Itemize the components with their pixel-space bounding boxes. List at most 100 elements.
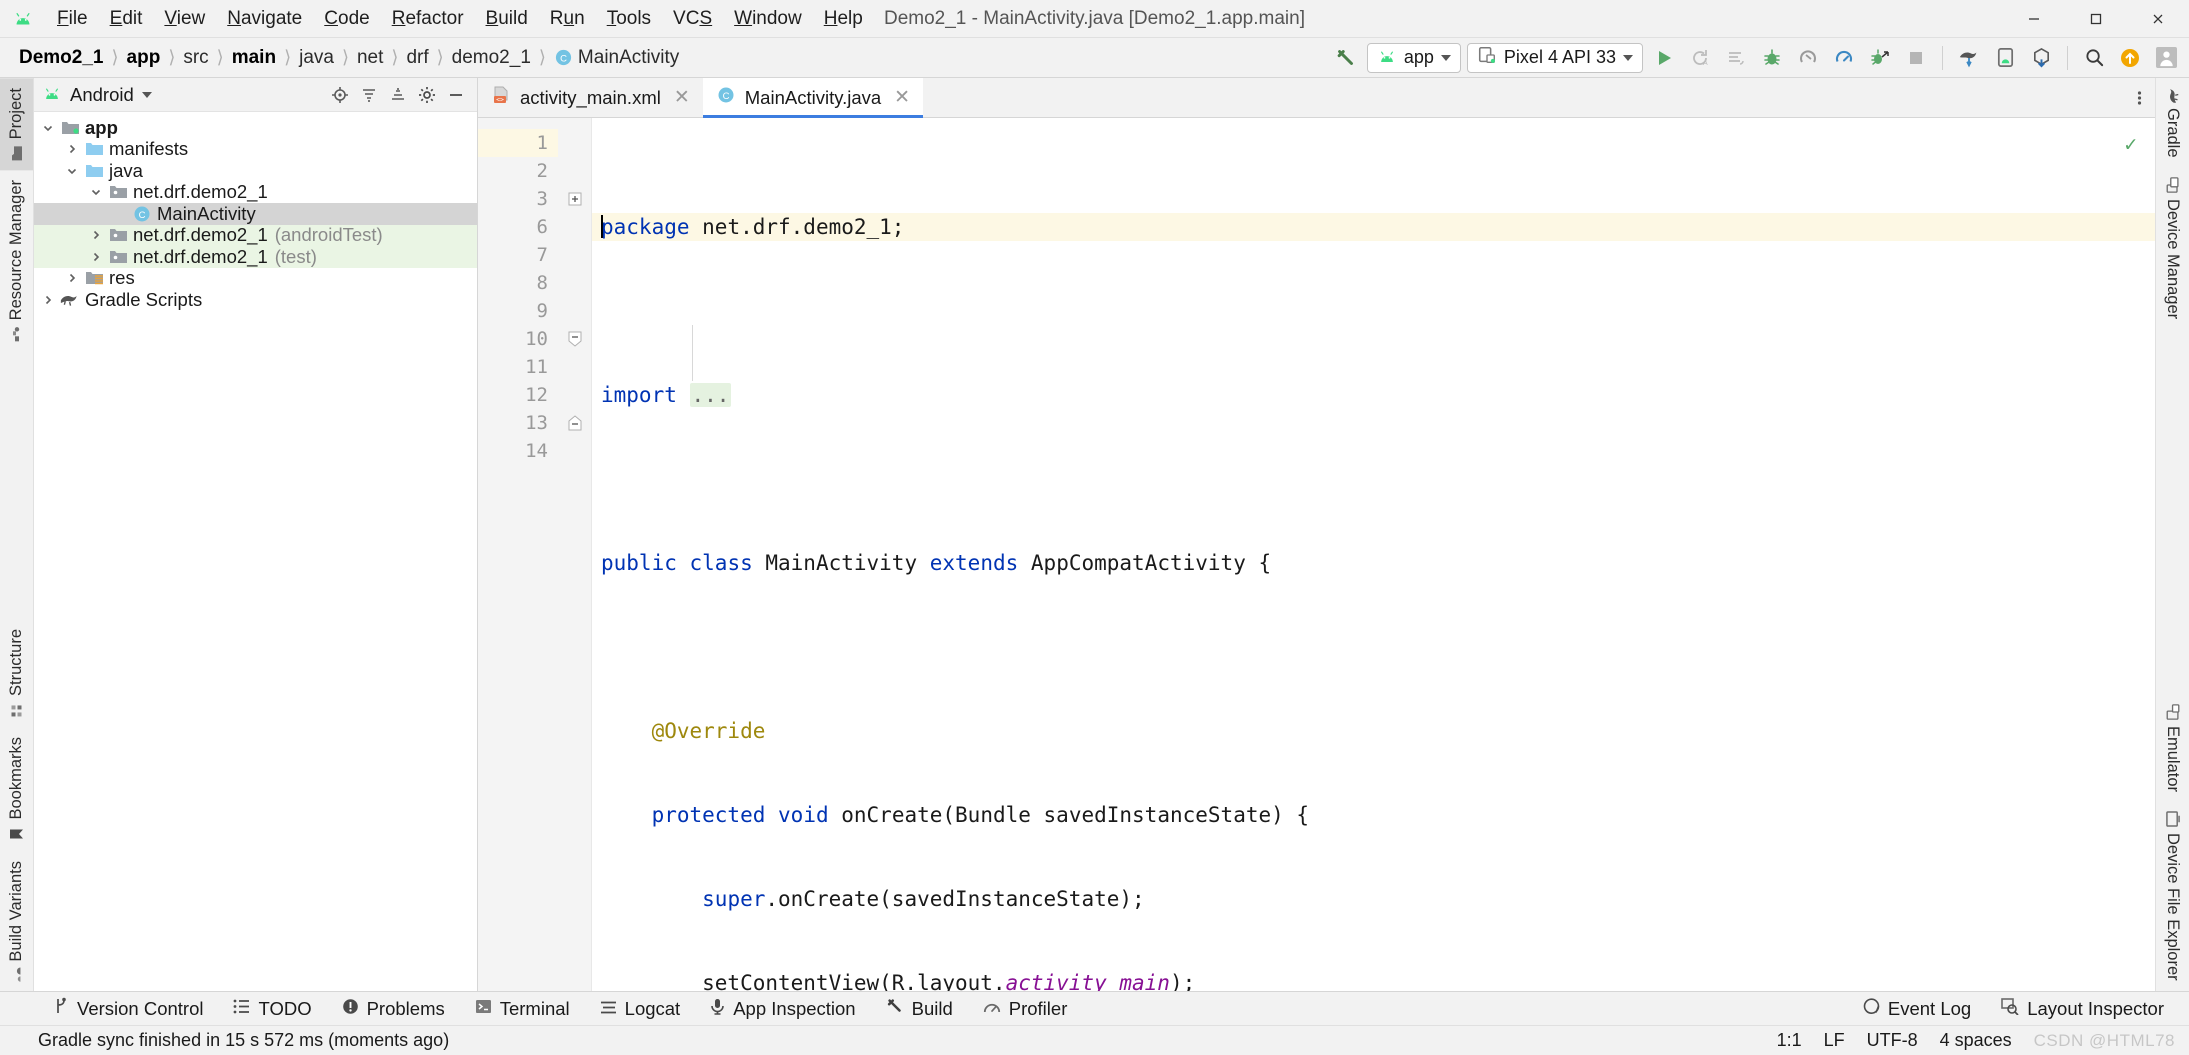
run-configuration-selector[interactable]: app [1366, 42, 1461, 73]
project-view-selector-label[interactable]: Android [70, 84, 134, 106]
menu-view[interactable]: View [153, 5, 216, 33]
chevron-down-icon[interactable] [38, 121, 58, 135]
menu-build[interactable]: Build [475, 5, 539, 33]
stop-square-icon[interactable] [1901, 43, 1931, 73]
menu-vcs[interactable]: VCS [662, 5, 723, 33]
sidebar-item-emulator[interactable]: Emulator [2156, 695, 2189, 802]
menu-window[interactable]: Window [723, 5, 813, 33]
code-line-10[interactable]: protected void onCreate(Bundle savedInst… [592, 801, 2155, 829]
close-icon[interactable] [2127, 0, 2189, 38]
toolwindow-profiler[interactable]: Profiler [968, 994, 1083, 1024]
tree-node-manifests[interactable]: manifests [34, 138, 477, 161]
tree-node-package-test[interactable]: net.drf.demo2_1 (test) [34, 246, 477, 268]
sdk-manager-icon[interactable] [2026, 43, 2056, 73]
minus-icon[interactable] [442, 81, 469, 108]
chevron-right-icon[interactable] [62, 271, 82, 285]
breadcrumb-item-4[interactable]: java [294, 45, 339, 71]
code-line-11[interactable]: super.onCreate(savedInstanceState); [592, 885, 2155, 913]
apply-changes-button[interactable]: A [1685, 43, 1715, 73]
fold-collapse-end-icon[interactable] [558, 409, 591, 437]
toolwindow-todo[interactable]: TODO [218, 994, 326, 1024]
chevron-right-icon[interactable] [38, 293, 58, 307]
chevron-right-icon[interactable] [62, 142, 82, 156]
debug-bug-icon[interactable] [1757, 43, 1787, 73]
run-with-coverage-button[interactable] [1793, 43, 1823, 73]
code-line-7[interactable]: public class MainActivity extends AppCom… [592, 549, 2155, 577]
code-line-3[interactable]: import ... [592, 381, 2155, 409]
chevron-right-icon[interactable] [86, 228, 106, 242]
toolwindow-event-log[interactable]: Event Log [1848, 994, 1986, 1024]
minimize-icon[interactable] [2003, 0, 2065, 38]
update-arrow-icon[interactable] [2115, 43, 2145, 73]
attach-debugger-icon[interactable] [1865, 43, 1895, 73]
run-button[interactable] [1649, 43, 1679, 73]
code-line-9[interactable]: @Override [592, 717, 2155, 745]
breadcrumb-item-3[interactable]: main [227, 45, 281, 71]
code-editor[interactable]: 1 2 3 6 7 <> 8 9 10 [478, 118, 2155, 991]
sidebar-item-resource-manager[interactable]: Resource Manager [0, 170, 33, 351]
sidebar-item-project[interactable]: Project [0, 78, 33, 171]
breadcrumb-item-1[interactable]: app [122, 45, 166, 71]
menu-run[interactable]: Run [539, 5, 596, 33]
menu-tools[interactable]: Tools [596, 5, 662, 33]
folded-imports[interactable]: ... [689, 383, 732, 407]
search-icon[interactable] [2079, 43, 2109, 73]
gradle-sync-icon[interactable] [1954, 43, 1984, 73]
tree-node-app[interactable]: app [34, 117, 477, 139]
file-encoding[interactable]: UTF-8 [1867, 1030, 1918, 1051]
menu-refactor[interactable]: Refactor [381, 5, 475, 33]
menu-code[interactable]: Code [313, 5, 380, 33]
code-line-2[interactable] [592, 297, 2155, 325]
menu-edit[interactable]: Edit [99, 5, 154, 33]
chevron-down-icon[interactable] [86, 185, 106, 199]
sidebar-item-device-file-explorer[interactable]: Device File Explorer [2156, 802, 2189, 991]
toolwindow-terminal[interactable]: Terminal [460, 994, 585, 1024]
close-icon[interactable]: ✕ [674, 88, 690, 107]
tree-node-res[interactable]: res [34, 267, 477, 290]
breadcrumb-item-2[interactable]: src [178, 45, 213, 71]
chevron-down-icon[interactable] [62, 164, 82, 178]
toolwindow-version-control[interactable]: Version Control [38, 993, 218, 1024]
code-line-1[interactable]: package net.drf.demo2_1; [592, 213, 2155, 241]
sidebar-item-bookmarks[interactable]: Bookmarks [0, 727, 33, 852]
toolwindow-app-inspection[interactable]: App Inspection [695, 994, 870, 1024]
target-crosshair-icon[interactable] [326, 81, 353, 108]
fold-expand-plus-icon[interactable] [558, 185, 591, 213]
tree-node-java[interactable]: java [34, 160, 477, 182]
tab-activity-main-xml[interactable]: <> activity_main.xml ✕ [478, 78, 703, 117]
breadcrumb-item-5[interactable]: net [352, 45, 388, 71]
toolwindow-layout-inspector[interactable]: Layout Inspector [1986, 994, 2179, 1024]
collapse-all-icon[interactable] [384, 81, 411, 108]
maximize-icon[interactable] [2065, 0, 2127, 38]
menu-help[interactable]: Help [813, 5, 874, 33]
indent-setting[interactable]: 4 spaces [1940, 1030, 2012, 1051]
gear-icon[interactable] [413, 81, 440, 108]
code-line-12[interactable]: setContentView(R.layout.activity_main); [592, 969, 2155, 991]
chevron-right-icon[interactable] [86, 250, 106, 264]
device-selector[interactable]: Pixel 4 API 33 [1466, 42, 1643, 73]
avatar-icon[interactable] [2151, 43, 2181, 73]
sidebar-item-structure[interactable]: Structure [0, 619, 33, 727]
close-icon[interactable]: ✕ [894, 88, 910, 107]
sidebar-item-device-manager[interactable]: Device Manager [2156, 168, 2189, 329]
menu-file[interactable]: FFileile [46, 5, 99, 33]
line-separator[interactable]: LF [1824, 1030, 1845, 1051]
breadcrumb-item-0[interactable]: Demo2_1 [14, 45, 109, 71]
tab-mainactivity-java[interactable]: C MainActivity.java ✕ [702, 78, 924, 118]
expand-all-icon[interactable] [355, 81, 382, 108]
check-icon[interactable]: ✓ [2124, 130, 2137, 158]
breadcrumb-item-7[interactable]: demo2_1 [447, 45, 536, 71]
code-line-8[interactable] [592, 633, 2155, 661]
sidebar-item-build-variants[interactable]: Build Variants [0, 851, 33, 991]
avd-manager-icon[interactable] [1990, 43, 2020, 73]
toolwindow-problems[interactable]: Problems [327, 994, 460, 1024]
tree-node-mainactivity[interactable]: C MainActivity [34, 203, 477, 225]
breadcrumb-item-6[interactable]: drf [401, 45, 433, 71]
menu-navigate[interactable]: Navigate [216, 5, 313, 33]
toolwindow-build[interactable]: Build [871, 993, 968, 1024]
caret-position[interactable]: 1:1 [1777, 1030, 1802, 1051]
tree-node-package-androidtest[interactable]: net.drf.demo2_1 (androidTest) [34, 224, 477, 246]
code-line-6[interactable] [592, 465, 2155, 493]
more-vertical-icon[interactable] [2124, 78, 2155, 117]
breadcrumb-item-8[interactable]: C MainActivity [549, 45, 684, 71]
